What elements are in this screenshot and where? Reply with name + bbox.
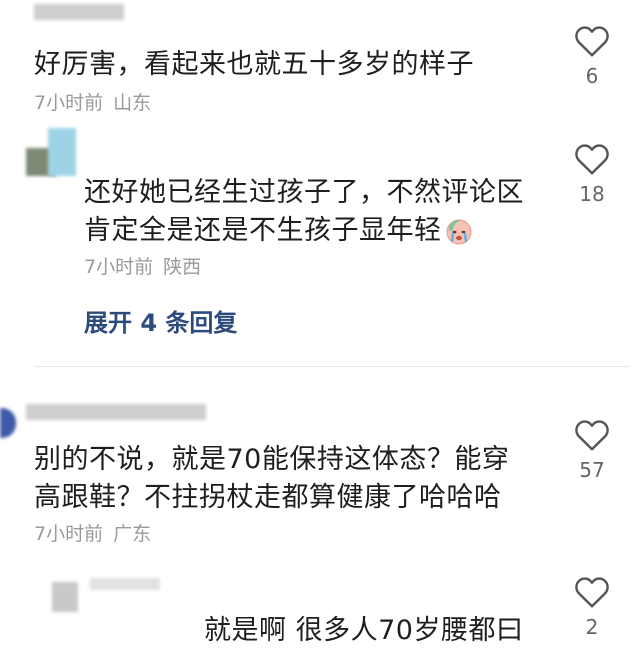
username-blurred [90,578,160,590]
avatar[interactable] [0,408,16,438]
like-count: 57 [579,458,605,482]
heart-outline-icon [575,577,609,608]
comment-location: 山东 [113,92,152,114]
username-blurred [34,4,124,20]
comment-text: 好厉害，看起来也就五十多岁的样子 [34,49,474,80]
like-count: 2 [585,615,599,639]
comment-time: 7小时前 [34,523,104,545]
comment-meta: 7小时前 山东 [34,88,151,115]
comment-time: 7小时前 [34,92,104,114]
heart-outline-icon [575,26,609,57]
comment-text: 别的不说，就是70能保持这体态？能穿 高跟鞋？不拄拐杖走都算健康了哈哈哈 [34,444,510,513]
like-button[interactable]: 2 [562,575,622,639]
heart-outline-icon [575,420,609,451]
expand-replies-link[interactable]: 展开 4 条回复 [84,303,237,338]
divider [34,366,630,367]
comment-location: 陕西 [163,256,202,278]
heart-outline-icon [575,144,609,175]
like-count: 18 [579,182,605,206]
comment-meta: 7小时前 广东 [34,519,151,546]
comment-text: 还好她已经生过孩子了，不然评论区 肯定全是还是不生孩子显年轻 [84,177,524,246]
like-button[interactable]: 57 [562,418,622,482]
comment-location: 广东 [113,523,152,545]
like-button[interactable]: 6 [562,24,622,88]
crying-face-emoji [446,219,471,244]
comment-text: 就是啊 很多人70岁腰都曰 [204,615,524,646]
username-blurred [26,404,206,420]
comment-meta: 7小时前 陕西 [84,252,201,279]
like-count: 6 [585,64,599,88]
avatar-blur-accent [48,128,76,176]
like-button[interactable]: 18 [562,142,622,206]
comment-time: 7小时前 [84,256,154,278]
avatar[interactable] [52,582,78,612]
